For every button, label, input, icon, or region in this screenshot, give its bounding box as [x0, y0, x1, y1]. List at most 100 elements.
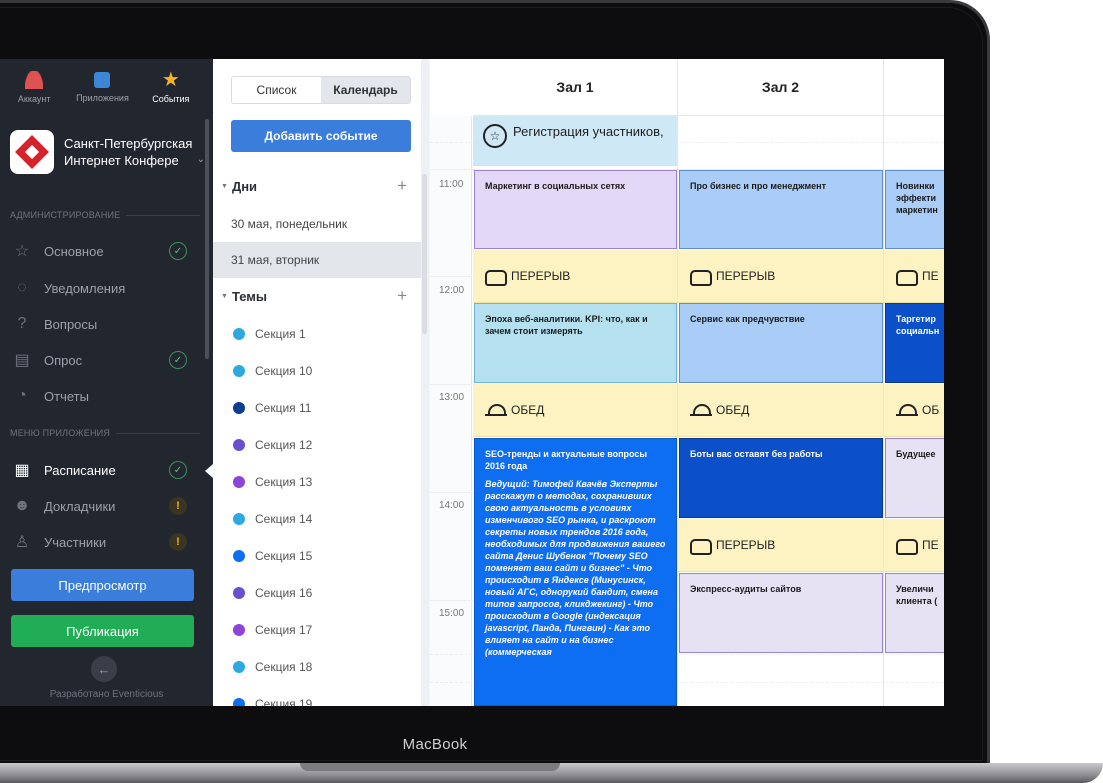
- break-slot[interactable]: ПЕРЕРЫВ: [678, 519, 883, 572]
- event-card[interactable]: Про бизнес и про менеджмент: [679, 170, 883, 249]
- lunch-label: ОБЕД: [511, 403, 545, 417]
- nav-item-label: Расписание: [44, 462, 116, 478]
- event-card[interactable]: Таргетир социальн: [885, 303, 944, 383]
- theme-item[interactable]: Секция 13: [213, 463, 421, 500]
- break-label: ПЕРЕРЫВ: [511, 269, 571, 283]
- org-switcher[interactable]: Санкт-Петербургская Интернет Конфере ⌄: [0, 123, 205, 181]
- event-card[interactable]: Сервис как предчувствие: [679, 303, 883, 383]
- speaker-icon: ☻: [13, 497, 31, 514]
- time-label: 15:00: [439, 608, 465, 619]
- theme-color-dot: [233, 475, 245, 488]
- nav-item-main[interactable]: ☆ Основное ✓: [0, 233, 205, 269]
- tab-apps[interactable]: Приложения: [68, 59, 136, 115]
- nav-item-participants[interactable]: ♙ Участники !: [0, 524, 205, 560]
- cloche-icon: [896, 402, 918, 418]
- lunch-slot[interactable]: ОБЕД: [678, 384, 883, 437]
- schedule-grid: 11:00 12:00 13:00 14:00 15:00 Зал 1 Зал …: [430, 59, 944, 706]
- panel-scrollbar-track: [421, 59, 429, 706]
- collapse-sidebar-button[interactable]: ←: [91, 656, 117, 682]
- app-sidebar: Аккаунт Приложения ★ События Санкт-Петер…: [0, 59, 213, 706]
- event-title: Увеличи клиента (: [896, 584, 938, 606]
- survey-icon: ▤: [14, 352, 30, 369]
- theme-item[interactable]: Секция 12: [213, 426, 421, 463]
- sidebar-scrollbar[interactable]: [205, 119, 209, 359]
- theme-label: Секция 17: [255, 622, 313, 637]
- org-name: Санкт-Петербургская Интернет Конфере: [64, 136, 193, 168]
- nav-item-label: Отчеты: [44, 388, 89, 404]
- themes-group-header[interactable]: ▼ Темы +: [213, 279, 421, 313]
- break-slot[interactable]: ПЕРЕРЫВ: [678, 250, 883, 303]
- break-slot[interactable]: ПЕРЕРЫВ: [473, 250, 677, 303]
- nav-item-schedule[interactable]: ▦ Расписание ✓: [0, 452, 205, 488]
- theme-label: Секция 11: [255, 400, 312, 415]
- laptop-notch: [300, 763, 560, 771]
- break-slot[interactable]: ПЕ: [884, 250, 944, 303]
- time-column: 11:00 12:00 13:00 14:00 15:00: [430, 116, 472, 706]
- award-icon: ☆: [483, 124, 507, 148]
- publish-button[interactable]: Публикация: [11, 615, 194, 647]
- add-event-button[interactable]: Добавить событие: [231, 120, 411, 152]
- lunch-slot[interactable]: ОБЕД: [473, 384, 677, 437]
- event-title: Маркетинг в социальных сетях: [485, 181, 626, 191]
- app-screen: Аккаунт Приложения ★ События Санкт-Петер…: [0, 59, 944, 706]
- event-card[interactable]: Боты вас оставят без работы: [679, 438, 883, 518]
- event-card[interactable]: Маркетинг в социальных сетях: [474, 170, 677, 249]
- event-card[interactable]: Экспресс-аудиты сайтов: [679, 573, 883, 653]
- panel-scrollbar[interactable]: [422, 174, 427, 334]
- nav-item-reports[interactable]: ◔ Отчеты: [0, 378, 205, 414]
- star-outline-icon: ☆: [14, 243, 30, 260]
- add-day-icon[interactable]: +: [397, 176, 407, 196]
- theme-item[interactable]: Секция 16: [213, 574, 421, 611]
- event-card-expanded[interactable]: SEO-тренды и актуальные вопросы 2016 год…: [474, 438, 677, 706]
- theme-item[interactable]: Секция 15: [213, 537, 421, 574]
- theme-item[interactable]: Секция 1: [213, 315, 421, 352]
- view-list-button[interactable]: Список: [232, 77, 321, 103]
- break-slot[interactable]: ПЕ: [884, 519, 944, 572]
- sofa-icon: [896, 539, 918, 555]
- developer-credit: Разработано Eventicious: [49, 689, 164, 700]
- hall-header-cut: [884, 59, 944, 116]
- theme-item[interactable]: Секция 17: [213, 611, 421, 648]
- lunch-slot[interactable]: ОБ: [884, 384, 944, 437]
- event-card[interactable]: Увеличи клиента (: [885, 573, 944, 653]
- theme-item[interactable]: Секция 14: [213, 500, 421, 537]
- nav-item-speakers[interactable]: ☻ Докладчики !: [0, 488, 205, 524]
- view-calendar-button[interactable]: Календарь: [321, 77, 410, 103]
- tab-account[interactable]: Аккаунт: [0, 59, 68, 115]
- theme-item[interactable]: Секция 19: [213, 685, 421, 706]
- hall-header: Зал 1: [473, 59, 677, 116]
- theme-item[interactable]: Секция 18: [213, 648, 421, 685]
- day-item[interactable]: 31 мая, вторник: [213, 242, 421, 278]
- caret-down-icon: ▼: [221, 292, 228, 300]
- theme-color-dot: [233, 549, 245, 562]
- nav-item-notifications[interactable]: ◌ Уведомления: [0, 270, 205, 306]
- theme-item[interactable]: Секция 11: [213, 389, 421, 426]
- theme-label: Секция 1: [255, 326, 306, 341]
- tab-events[interactable]: ★ События: [137, 59, 205, 115]
- chat-icon: ◌: [17, 279, 27, 296]
- filter-panel: Список Календарь Добавить событие ▼ Дни …: [213, 59, 429, 706]
- sofa-icon: [485, 270, 507, 286]
- nav-item-questions[interactable]: ? Вопросы: [0, 306, 205, 342]
- preview-button[interactable]: Предпросмотр: [11, 569, 194, 601]
- theme-label: Секция 16: [255, 585, 313, 600]
- nav-item-survey[interactable]: ▤ Опрос ✓: [0, 342, 205, 378]
- warning-icon: !: [169, 533, 187, 551]
- add-theme-icon[interactable]: +: [397, 286, 407, 306]
- theme-color-dot: [233, 327, 245, 340]
- arrow-left-icon: ←: [97, 661, 111, 677]
- event-card[interactable]: Будущее: [885, 438, 944, 518]
- theme-item[interactable]: Секция 10: [213, 352, 421, 389]
- break-label: ПЕРЕРЫВ: [716, 538, 776, 552]
- theme-label: Секция 14: [255, 511, 313, 526]
- cloche-icon: [690, 402, 712, 418]
- event-card[interactable]: Новинки эффекти маркетин: [885, 170, 944, 249]
- registration-event[interactable]: ☆ Регистрация участников,: [473, 116, 677, 166]
- event-title: Боты вас оставят без работы: [690, 449, 823, 459]
- days-group-header[interactable]: ▼ Дни +: [213, 169, 421, 203]
- org-logo: [10, 130, 54, 174]
- event-card[interactable]: Эпоха веб-аналитики. KPI: что, как и зач…: [474, 303, 677, 383]
- day-item[interactable]: 30 мая, понедельник: [213, 206, 421, 242]
- tab-account-label: Аккаунт: [17, 93, 51, 104]
- reports-icon: ◔: [17, 387, 27, 404]
